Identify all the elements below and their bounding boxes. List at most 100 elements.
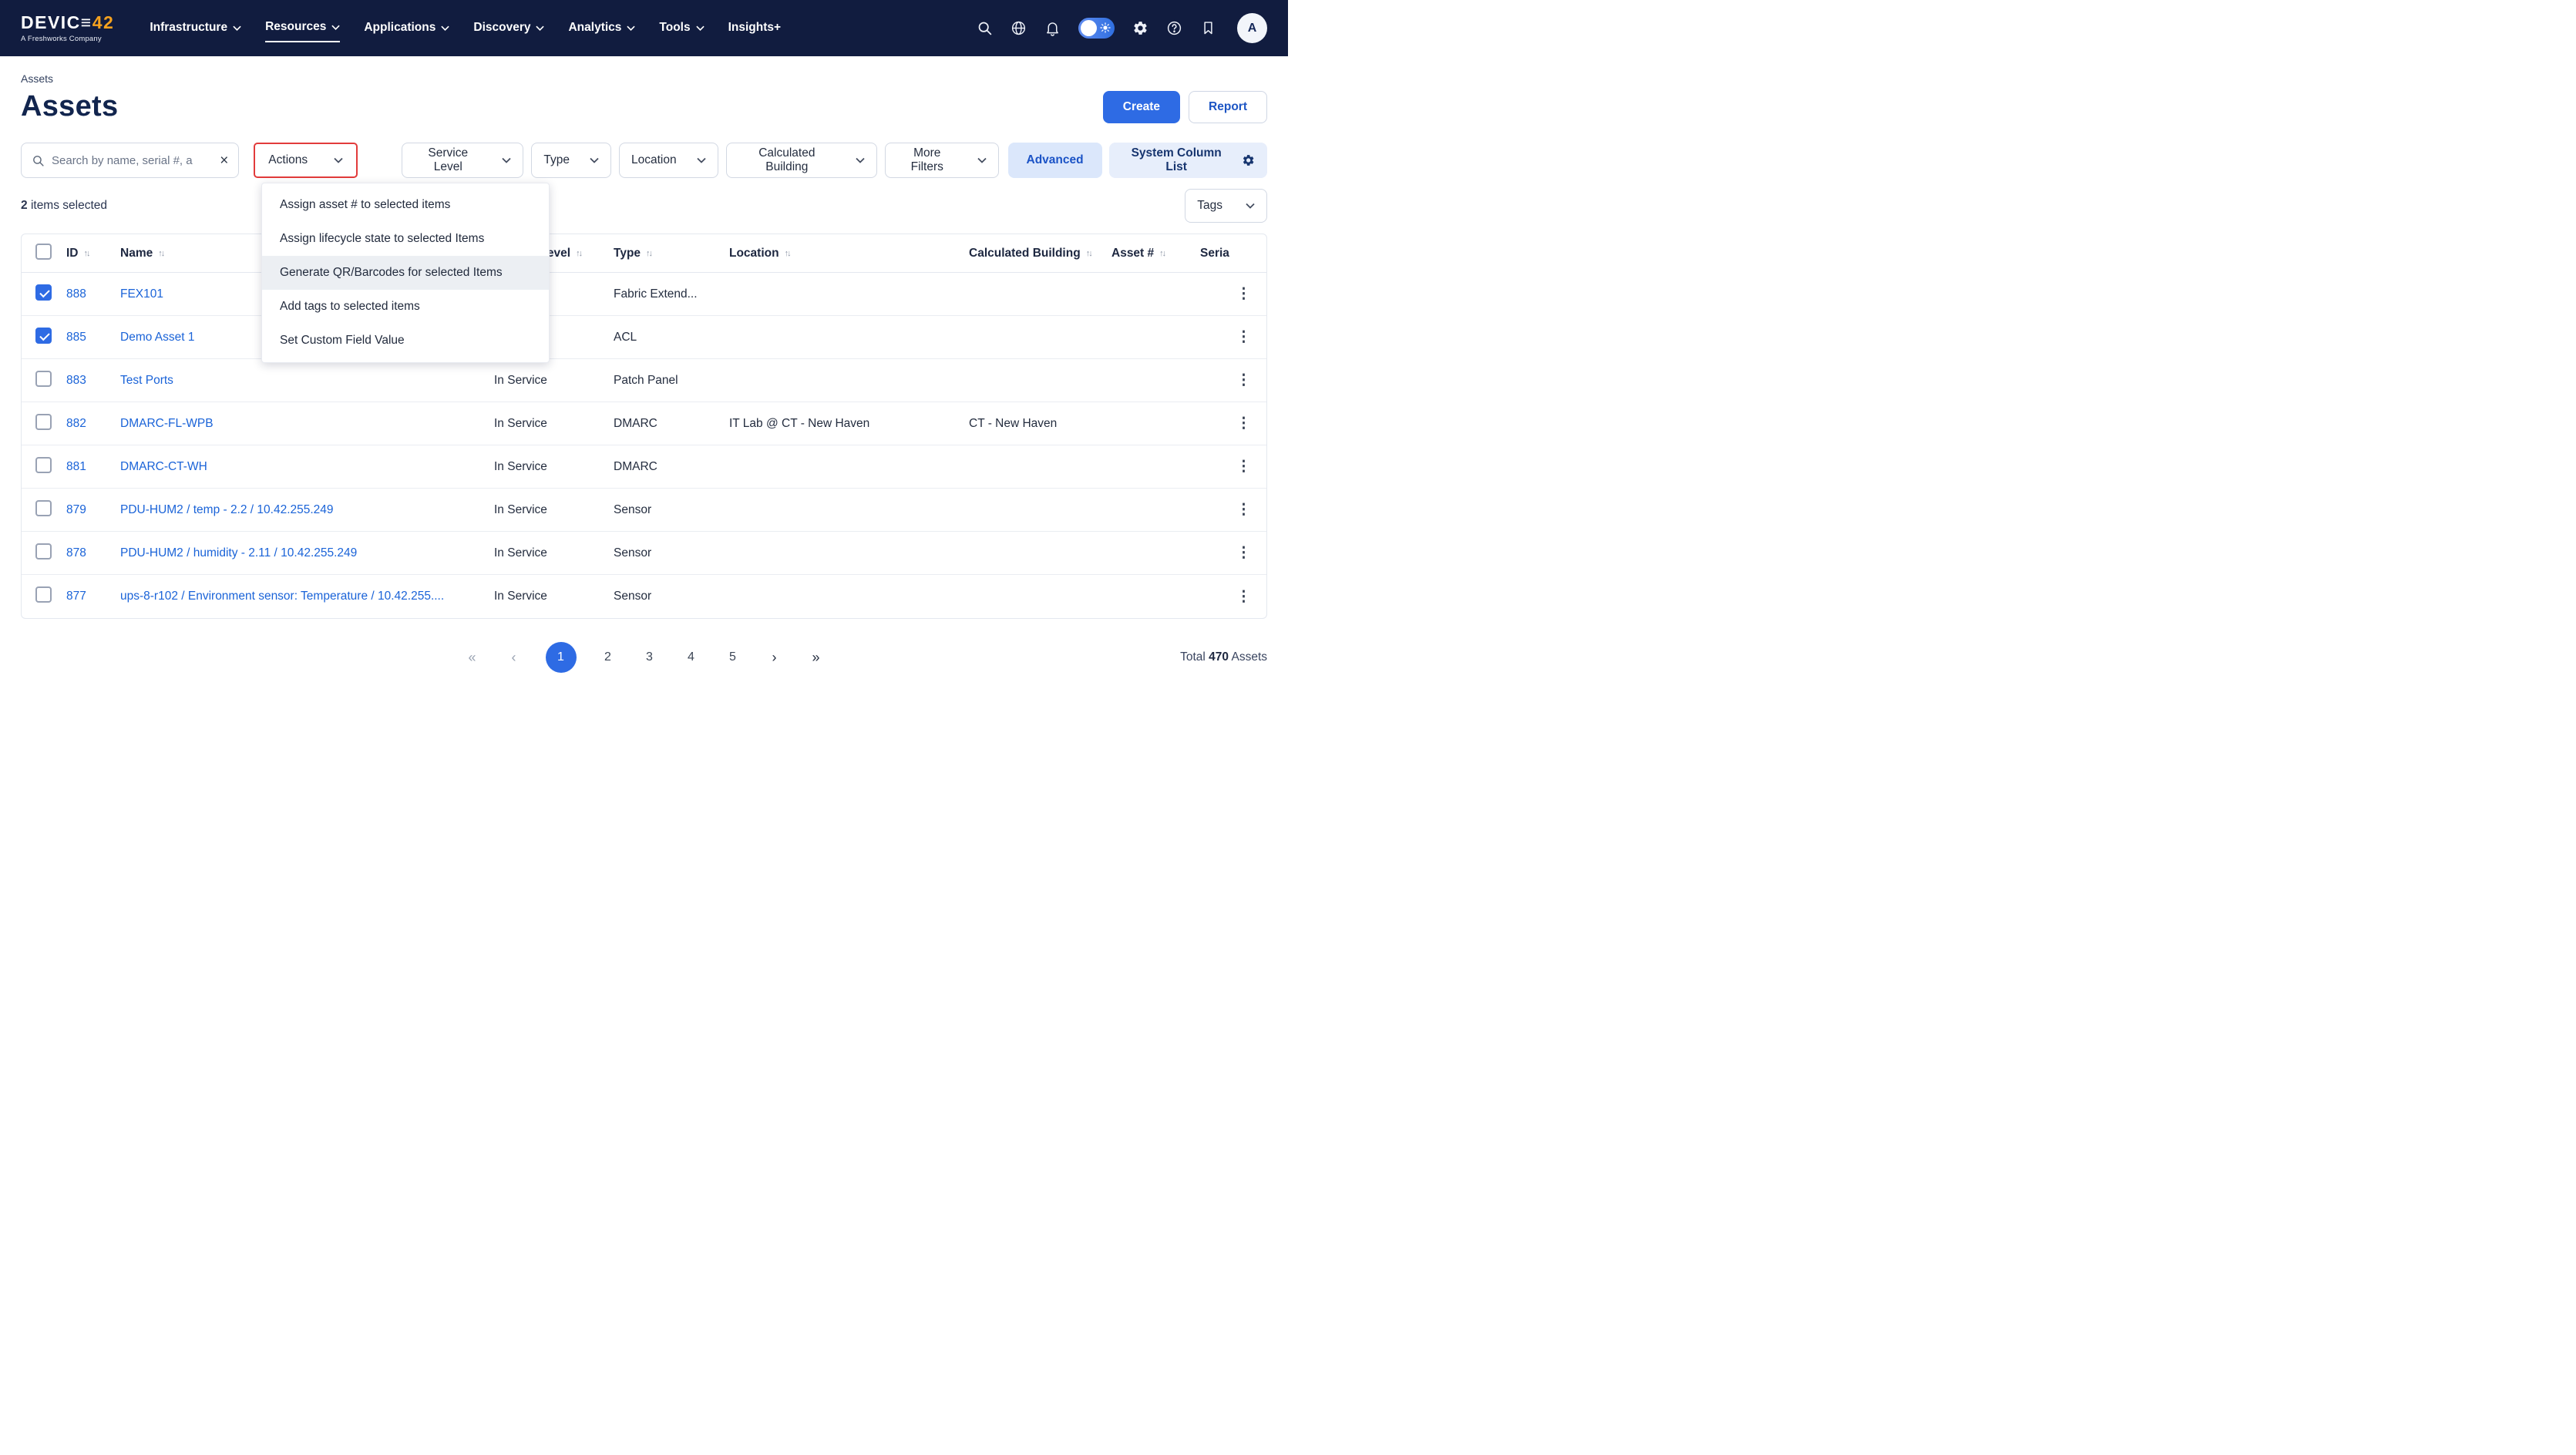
column-header-id[interactable]: ID↑↓ xyxy=(66,247,120,260)
bell-icon[interactable] xyxy=(1044,20,1061,36)
last-page-button[interactable]: » xyxy=(806,650,826,666)
column-header-calculated-building[interactable]: Calculated Building↑↓ xyxy=(969,247,1111,260)
row-checkbox[interactable] xyxy=(35,543,52,559)
asset-name-link[interactable]: Demo Asset 1 xyxy=(120,331,195,344)
type-cell: DMARC xyxy=(614,460,729,474)
row-actions-kebab[interactable]: ⋮ xyxy=(1236,589,1251,605)
first-page-button[interactable]: « xyxy=(462,650,483,666)
nav-item-infrastructure[interactable]: Infrastructure xyxy=(150,15,241,42)
tags-dropdown[interactable]: Tags xyxy=(1185,189,1267,223)
theme-toggle[interactable] xyxy=(1078,18,1115,39)
globe-icon[interactable] xyxy=(1011,20,1027,36)
nav-item-discovery[interactable]: Discovery xyxy=(473,15,544,42)
chevron-down-icon xyxy=(696,25,705,31)
row-checkbox[interactable] xyxy=(35,586,52,603)
help-icon[interactable] xyxy=(1166,20,1182,36)
row-actions-kebab[interactable]: ⋮ xyxy=(1236,372,1251,388)
row-checkbox[interactable] xyxy=(35,284,52,301)
nav-item-insights[interactable]: Insights+ xyxy=(728,15,781,42)
asset-name-link[interactable]: PDU-HUM2 / humidity - 2.11 / 10.42.255.2… xyxy=(120,546,357,559)
type-cell: Patch Panel xyxy=(614,374,729,388)
menu-item-generate-qr-barcodes[interactable]: Generate QR/Barcodes for selected Items xyxy=(262,256,549,290)
row-checkbox[interactable] xyxy=(35,414,52,430)
search-input[interactable] xyxy=(52,154,213,167)
logo-tagline: A Freshworks Company xyxy=(21,35,114,43)
tags-label: Tags xyxy=(1197,199,1222,213)
row-actions-kebab[interactable]: ⋮ xyxy=(1236,502,1251,518)
nav-item-applications[interactable]: Applications xyxy=(364,15,449,42)
gear-icon[interactable] xyxy=(1132,20,1148,36)
column-header-asset-number[interactable]: Asset #↑↓ xyxy=(1111,247,1200,260)
row-actions-kebab[interactable]: ⋮ xyxy=(1236,286,1251,302)
main-content: Assets Assets Create Report × Actions Se… xyxy=(0,72,1288,674)
search-icon[interactable] xyxy=(977,20,993,36)
location-dropdown[interactable]: Location xyxy=(619,143,718,178)
selection-label: items selected xyxy=(31,199,107,212)
device42-logo[interactable]: DEVIC≡42 A Freshworks Company xyxy=(21,14,114,43)
row-checkbox[interactable] xyxy=(35,457,52,473)
asset-id-link[interactable]: 879 xyxy=(66,503,86,516)
asset-id-link[interactable]: 881 xyxy=(66,460,86,473)
page-button-3[interactable]: 3 xyxy=(640,650,660,664)
row-actions-kebab[interactable]: ⋮ xyxy=(1236,459,1251,475)
asset-id-link[interactable]: 883 xyxy=(66,374,86,387)
logo-part2: 42 xyxy=(92,12,115,32)
calculated-building-dropdown[interactable]: Calculated Building xyxy=(726,143,877,178)
row-actions-kebab[interactable]: ⋮ xyxy=(1236,329,1251,345)
table-row: 881 DMARC-CT-WH In Service DMARC ⋮ xyxy=(22,445,1266,489)
row-checkbox[interactable] xyxy=(35,328,52,344)
column-header-type[interactable]: Type↑↓ xyxy=(614,247,729,260)
type-dropdown[interactable]: Type xyxy=(531,143,611,178)
system-column-list-button[interactable]: System Column List xyxy=(1109,143,1267,178)
asset-name-link[interactable]: FEX101 xyxy=(120,287,163,301)
select-all-checkbox[interactable] xyxy=(35,244,52,260)
service-level-dropdown[interactable]: Service Level xyxy=(402,143,523,178)
asset-id-link[interactable]: 878 xyxy=(66,546,86,559)
asset-id-link[interactable]: 888 xyxy=(66,287,86,301)
advanced-button[interactable]: Advanced xyxy=(1008,143,1102,178)
avatar[interactable]: A xyxy=(1237,13,1267,43)
asset-id-link[interactable]: 885 xyxy=(66,331,86,344)
menu-item-assign-asset-number[interactable]: Assign asset # to selected items xyxy=(262,188,549,222)
prev-page-button[interactable]: ‹ xyxy=(504,650,524,666)
column-header-location[interactable]: Location↑↓ xyxy=(729,247,969,260)
more-filters-dropdown[interactable]: More Filters xyxy=(885,143,998,178)
nav-item-tools[interactable]: Tools xyxy=(659,15,704,42)
create-button[interactable]: Create xyxy=(1103,91,1180,123)
asset-name-link[interactable]: PDU-HUM2 / temp - 2.2 / 10.42.255.249 xyxy=(120,503,334,516)
asset-name-link[interactable]: Test Ports xyxy=(120,374,173,387)
title-row: Assets Create Report xyxy=(21,90,1267,123)
next-page-button[interactable]: › xyxy=(765,650,785,666)
asset-id-link[interactable]: 877 xyxy=(66,590,86,603)
row-checkbox[interactable] xyxy=(35,500,52,516)
row-actions-kebab[interactable]: ⋮ xyxy=(1236,545,1251,561)
menu-item-set-custom-field[interactable]: Set Custom Field Value xyxy=(262,324,549,358)
clear-search-icon[interactable]: × xyxy=(220,153,228,168)
menu-item-assign-lifecycle-state[interactable]: Assign lifecycle state to selected Items xyxy=(262,222,549,256)
asset-id-link[interactable]: 882 xyxy=(66,417,86,430)
filter-label: Calculated Building xyxy=(738,146,836,174)
asset-name-link[interactable]: ups-8-r102 / Environment sensor: Tempera… xyxy=(120,590,444,603)
nav-item-resources[interactable]: Resources xyxy=(265,14,340,42)
report-button[interactable]: Report xyxy=(1189,91,1267,123)
row-checkbox[interactable] xyxy=(35,371,52,387)
page-button-4[interactable]: 4 xyxy=(681,650,701,664)
chevron-down-icon xyxy=(536,25,544,31)
top-navbar: DEVIC≡42 A Freshworks Company Infrastruc… xyxy=(0,0,1288,56)
page-button-1[interactable]: 1 xyxy=(546,642,577,673)
page-button-2[interactable]: 2 xyxy=(598,650,618,664)
asset-name-link[interactable]: DMARC-CT-WH xyxy=(120,460,207,473)
column-header-serial[interactable]: Seria xyxy=(1200,247,1248,260)
row-actions-kebab[interactable]: ⋮ xyxy=(1236,415,1251,432)
search-box[interactable]: × xyxy=(21,143,239,178)
chevron-down-icon xyxy=(331,25,340,30)
bookmark-icon[interactable] xyxy=(1200,20,1216,36)
page-button-5[interactable]: 5 xyxy=(723,650,743,664)
nav-label: Resources xyxy=(265,20,326,34)
asset-name-link[interactable]: DMARC-FL-WPB xyxy=(120,417,214,430)
nav-item-analytics[interactable]: Analytics xyxy=(568,15,635,42)
breadcrumb[interactable]: Assets xyxy=(21,72,1267,85)
actions-dropdown[interactable]: Actions xyxy=(254,143,358,178)
menu-item-add-tags[interactable]: Add tags to selected items xyxy=(262,290,549,324)
type-cell: Fabric Extend... xyxy=(614,287,729,301)
